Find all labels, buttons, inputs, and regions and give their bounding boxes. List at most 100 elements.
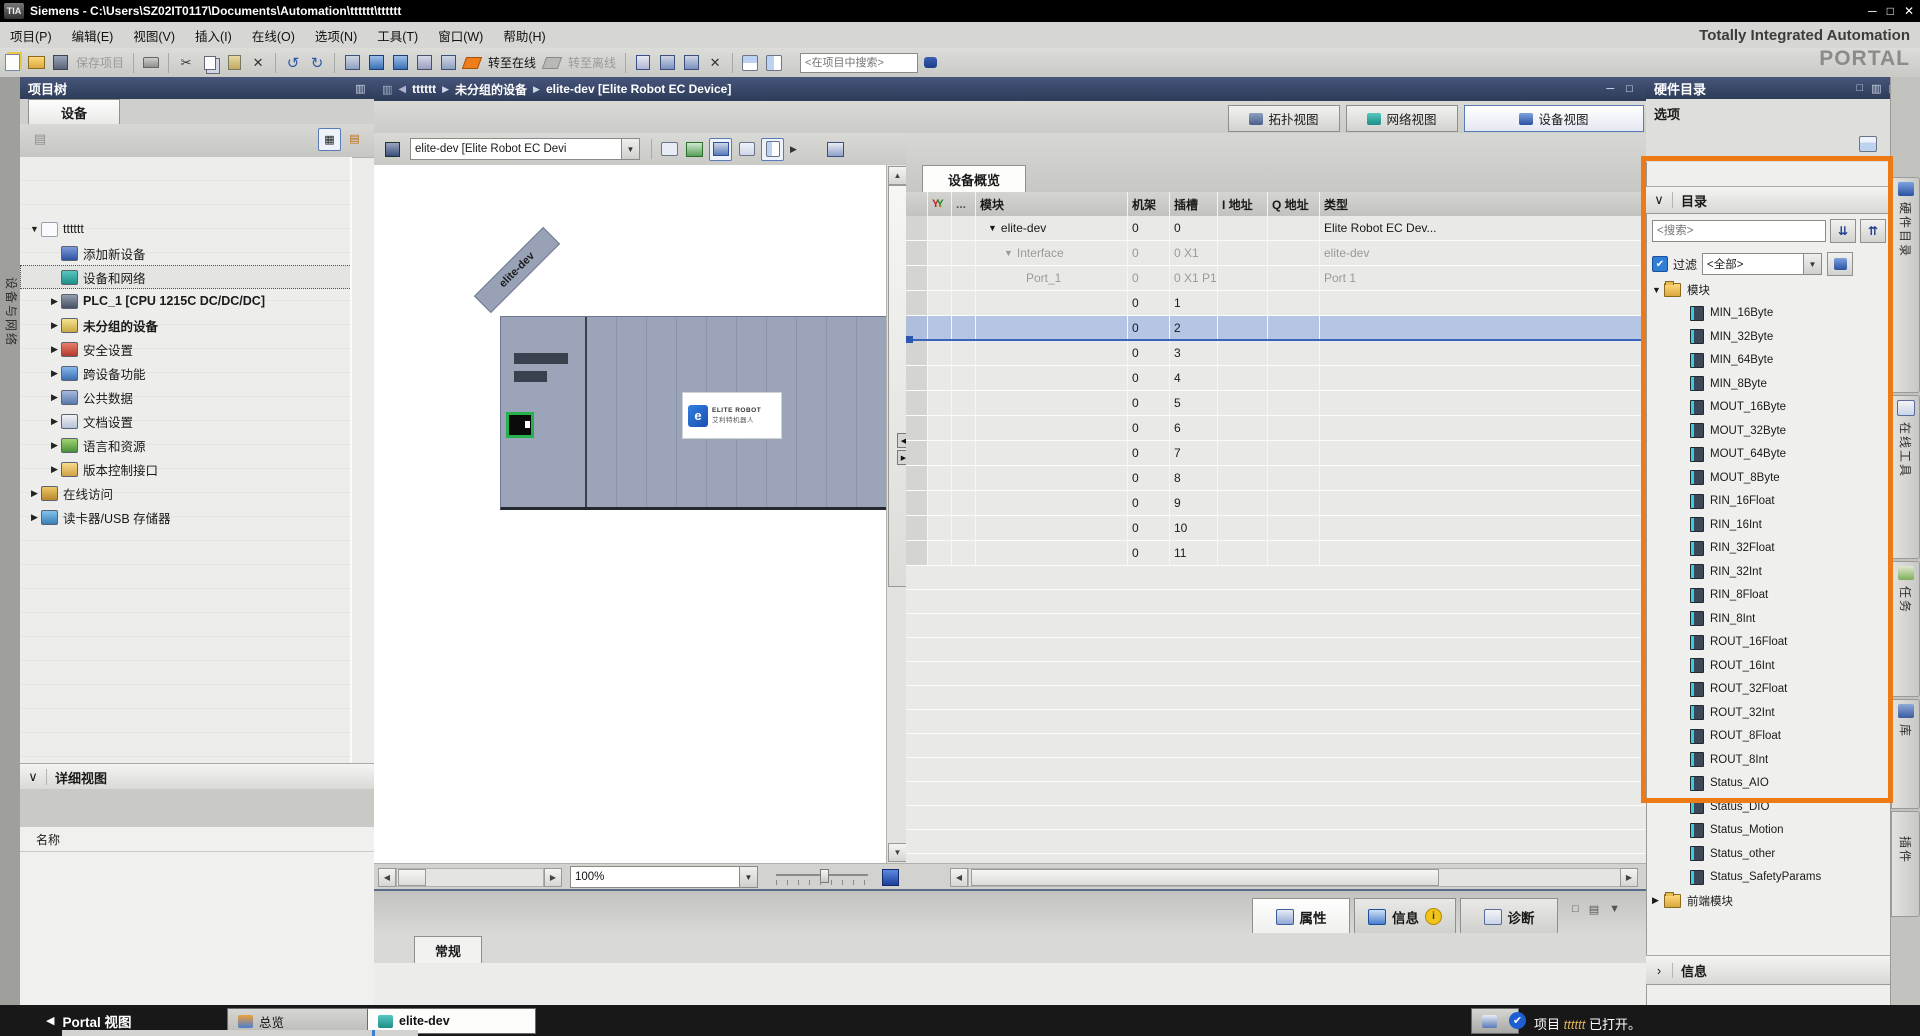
portal-back-icon[interactable]: ◀ [46, 1014, 54, 1027]
show-labels-icon[interactable] [684, 139, 705, 160]
expand-arrow-icon[interactable]: ▼ [28, 224, 41, 234]
catalog-module-item[interactable]: RIN_32Int [1646, 560, 1890, 584]
diagnostics-icon[interactable] [633, 53, 653, 73]
split-horizontal-icon[interactable] [740, 53, 760, 73]
col-iaddr[interactable]: I 地址 [1218, 192, 1268, 216]
undo-icon[interactable]: ↺ [283, 53, 303, 73]
catalog-module-item[interactable]: MIN_64Byte [1646, 349, 1890, 373]
canvas-hscrollbar[interactable] [396, 868, 544, 887]
catalog-module-item[interactable]: Status_other [1646, 842, 1890, 866]
table-row[interactable]: 0 9 [906, 491, 1646, 516]
catalog-module-item[interactable]: RIN_8Float [1646, 584, 1890, 608]
table-row[interactable]: 0 11 [906, 541, 1646, 566]
menu-item[interactable]: 在线(O) [242, 26, 305, 45]
go-online-icon[interactable] [462, 53, 482, 73]
catalog-module-item[interactable]: Status_AIO [1646, 772, 1890, 796]
window-settings-icon[interactable] [825, 139, 846, 160]
folder-arrow-icon[interactable]: ▶ [1652, 895, 1664, 906]
save-project-label[interactable]: 保存项目 [76, 54, 124, 71]
expand-arrow-icon[interactable]: ▶ [48, 440, 61, 451]
tab-properties[interactable]: 属性 [1252, 898, 1350, 934]
tree-item[interactable]: 添加新设备 [20, 241, 352, 265]
tree-item[interactable]: ▶ 未分组的设备 [20, 313, 352, 337]
catalog-module-item[interactable]: ROUT_32Float [1646, 678, 1890, 702]
print-icon[interactable] [141, 53, 161, 73]
table-row[interactable]: Port_1 0 0 X1 P1 Port 1 [906, 266, 1646, 291]
catalog-module-item[interactable]: MOUT_32Byte [1646, 419, 1890, 443]
zoom-combo[interactable]: 100% ▼ [570, 866, 758, 888]
device-select-icon[interactable] [382, 139, 402, 159]
detail-view-header[interactable]: ∨ 详细视图 [20, 763, 374, 791]
catalog-module-item[interactable]: ROUT_16Float [1646, 631, 1890, 655]
breadcrumb-part[interactable]: 未分组的设备 [455, 81, 527, 98]
table-row[interactable]: 0 10 [906, 516, 1646, 541]
overview-hscrollbar[interactable]: ◀ ▶ [906, 863, 1646, 890]
table-row[interactable]: 0 8 [906, 466, 1646, 491]
ov-scroll-left-icon[interactable]: ◀ [950, 868, 968, 887]
catalog-module-item[interactable]: MOUT_16Byte [1646, 396, 1890, 420]
filter-dropdown-icon[interactable]: ▼ [1803, 254, 1821, 274]
catalog-module-item[interactable]: MIN_16Byte [1646, 302, 1890, 326]
table-row[interactable]: ▼Interface 0 0 X1 elite-dev [906, 241, 1646, 266]
grid-toggle-icon[interactable] [736, 139, 757, 160]
ov-scroll-right-icon[interactable]: ▶ [1620, 868, 1638, 887]
scroll-down-icon[interactable]: ▼ [888, 843, 907, 862]
menu-item[interactable]: 窗口(W) [428, 26, 493, 45]
expand-arrow-icon[interactable]: ▶ [48, 416, 61, 427]
hscroll-left-icon[interactable]: ◀ [378, 868, 396, 887]
expand-arrow-icon[interactable]: ▶ [48, 392, 61, 403]
device-canvas[interactable] [374, 165, 887, 863]
project-search-input[interactable] [800, 53, 918, 73]
table-row[interactable]: 0 6 [906, 416, 1646, 441]
breadcrumb-part[interactable]: tttttt [412, 82, 436, 96]
expand-arrow-icon[interactable]: ▶ [48, 344, 61, 355]
go-offline-icon[interactable] [542, 53, 562, 73]
menu-item[interactable]: 编辑(E) [62, 26, 124, 45]
side-tab[interactable]: 在线工具 [1891, 395, 1920, 559]
device-graphic[interactable]: e ELITE ROBOT艾利特机器人 [500, 316, 888, 510]
split-editor-icon[interactable] [681, 53, 701, 73]
zoom-dropdown-icon[interactable]: ▼ [739, 867, 757, 887]
catalog-module-item[interactable]: Status_DIO [1646, 795, 1890, 819]
breadcrumb-part[interactable]: elite-dev [Elite Robot EC Device] [546, 82, 731, 96]
paste-icon[interactable] [224, 53, 244, 73]
tree-settings-icon[interactable]: ▤ [30, 129, 50, 149]
activate-window-icon[interactable] [657, 53, 677, 73]
search-down-icon[interactable]: ⇊ [1830, 219, 1856, 243]
profile-icon[interactable] [1827, 252, 1853, 276]
catalog-info-header[interactable]: › 信息 [1646, 955, 1890, 985]
table-row[interactable]: 0 4 [906, 366, 1646, 391]
menu-item[interactable]: 工具(T) [367, 26, 428, 45]
col-module[interactable]: 模块 [976, 192, 1128, 216]
network-view-button[interactable]: 网络视图 [1346, 105, 1458, 132]
redo-icon[interactable]: ↻ [307, 53, 327, 73]
filter-combo[interactable]: <全部> ▼ [1702, 253, 1822, 275]
catalog-module-item[interactable]: RIN_16Int [1646, 513, 1890, 537]
table-row[interactable]: 0 3 [906, 341, 1646, 366]
more-tools-icon[interactable]: ▶ [790, 144, 797, 155]
tab-diagnostics[interactable]: 诊断 [1460, 898, 1558, 934]
tree-item[interactable]: ▶ 公共数据 [20, 385, 352, 409]
expand-arrow-icon[interactable]: ▶ [48, 464, 61, 475]
copy-icon[interactable] [200, 53, 220, 73]
tab-general[interactable]: 常规 [414, 936, 482, 964]
open-project-icon[interactable] [26, 53, 46, 73]
side-tab[interactable]: 插件 [1891, 811, 1920, 917]
inspector-collapse-icon[interactable]: ▼ [1609, 903, 1620, 916]
tree-details-toggle-icon[interactable]: ▦ [318, 128, 341, 151]
delete-icon[interactable]: ✕ [248, 53, 268, 73]
expand-arrow-icon[interactable]: ▶ [48, 368, 61, 379]
fit-to-view-icon[interactable] [880, 867, 901, 888]
table-row[interactable]: 0 1 [906, 291, 1646, 316]
tree-sort-icon[interactable]: ▤ [344, 128, 365, 149]
catalog-folder-modules[interactable]: ▼ 模块 [1646, 278, 1890, 302]
tree-item[interactable]: ▶ PLC_1 [CPU 1215C DC/DC/DC] [20, 289, 352, 313]
tab-info[interactable]: 信息 i [1354, 898, 1456, 934]
tree-item[interactable]: ▶ 版本控制接口 [20, 457, 352, 481]
catalog-module-item[interactable]: RIN_32Float [1646, 537, 1890, 561]
scroll-up-icon[interactable]: ▲ [888, 166, 907, 185]
catalog-module-item[interactable]: Status_SafetyParams [1646, 866, 1890, 890]
menu-item[interactable]: 项目(P) [0, 26, 62, 45]
device-combo[interactable]: elite-dev [Elite Robot EC Devi ▼ [410, 138, 640, 160]
side-tab[interactable]: 库 [1891, 699, 1920, 809]
